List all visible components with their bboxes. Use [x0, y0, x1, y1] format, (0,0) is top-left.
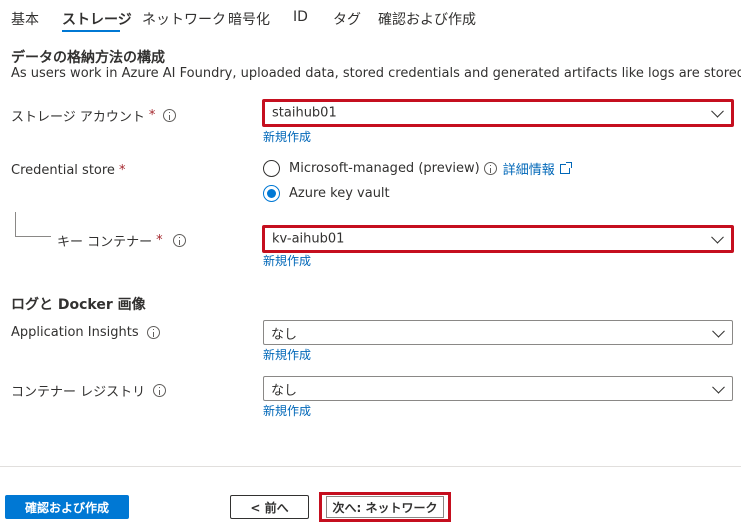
tab-networking[interactable]: ネットワーク — [142, 9, 226, 29]
credential-store-label: Credential store * — [11, 163, 125, 178]
tab-basics[interactable]: 基本 — [11, 9, 39, 29]
previous-button[interactable]: < 前へ — [230, 495, 309, 519]
info-icon[interactable] — [163, 109, 177, 122]
required-marker: * — [118, 163, 126, 178]
storage-account-label-text: ストレージ アカウント — [11, 110, 145, 125]
storage-section-description: As users work in Azure AI Foundry, uploa… — [11, 66, 741, 81]
chevron-down-icon — [712, 380, 725, 394]
credential-store-label-text: Credential store — [11, 163, 115, 178]
more-info-link-text: 詳細情報 — [502, 163, 555, 178]
active-tab-indicator — [62, 30, 120, 32]
tab-bar: 基本 ストレージ ネットワーク 暗号化 ID タグ 確認および作成 — [0, 0, 741, 34]
storage-account-value: staihub01 — [272, 105, 337, 121]
container-registry-create-new-link[interactable]: 新規作成 — [263, 402, 311, 419]
chevron-down-icon — [711, 104, 724, 118]
external-link-icon — [559, 161, 572, 174]
next-networking-button-label: 次へ: ネットワーク — [326, 496, 444, 518]
tree-connector-vertical — [15, 212, 16, 236]
tab-tags[interactable]: タグ — [333, 9, 361, 29]
storage-account-label: ストレージ アカウント * — [11, 106, 177, 125]
info-icon[interactable] — [172, 234, 186, 247]
tab-identity[interactable]: ID — [293, 9, 308, 25]
info-icon[interactable] — [483, 162, 497, 175]
radio-azure-key-vault[interactable]: Azure key vault — [263, 185, 390, 202]
review-create-button[interactable]: 確認および作成 — [5, 495, 129, 519]
radio-microsoft-managed[interactable]: Microsoft-managed (preview) 詳細情報 — [263, 159, 572, 178]
container-registry-label-text: コンテナー レジストリ — [11, 385, 146, 400]
footer-divider — [0, 466, 741, 467]
key-container-value: kv-aihub01 — [272, 231, 345, 247]
key-container-dropdown[interactable]: kv-aihub01 — [262, 225, 734, 253]
app-insights-create-new-link[interactable]: 新規作成 — [263, 346, 311, 363]
key-container-label: キー コンテナー * — [57, 231, 186, 250]
more-info-link[interactable]: 詳細情報 — [502, 159, 572, 178]
tab-encryption[interactable]: 暗号化 — [228, 9, 270, 29]
info-icon[interactable] — [153, 384, 167, 397]
tab-review-create[interactable]: 確認および作成 — [378, 9, 476, 29]
required-marker: * — [148, 108, 156, 123]
logs-section-title: ログと Docker 画像 — [11, 297, 146, 313]
container-registry-dropdown[interactable]: なし — [263, 376, 733, 401]
next-networking-button[interactable]: 次へ: ネットワーク — [319, 492, 451, 522]
chevron-down-icon — [712, 324, 725, 338]
app-insights-value: なし — [271, 327, 298, 342]
key-container-create-new-link[interactable]: 新規作成 — [263, 252, 311, 269]
info-icon[interactable] — [146, 326, 160, 339]
app-insights-dropdown[interactable]: なし — [263, 320, 733, 345]
key-container-label-text: キー コンテナー — [57, 235, 153, 250]
storage-section-title: データの格納方法の構成 — [11, 50, 165, 66]
app-insights-label-text: Application Insights — [11, 325, 139, 340]
required-marker: * — [156, 233, 163, 248]
tab-storage[interactable]: ストレージ — [62, 9, 132, 29]
radio-label: Azure key vault — [289, 186, 390, 201]
container-registry-label: コンテナー レジストリ — [11, 381, 167, 400]
radio-button-checked[interactable] — [263, 185, 280, 202]
storage-account-dropdown[interactable]: staihub01 — [262, 99, 734, 127]
chevron-down-icon — [711, 230, 724, 244]
storage-account-create-new-link[interactable]: 新規作成 — [263, 128, 311, 145]
container-registry-value: なし — [271, 383, 298, 398]
radio-label: Microsoft-managed (preview) — [289, 161, 480, 176]
tree-connector-horizontal — [15, 236, 51, 237]
radio-button[interactable] — [263, 160, 280, 177]
app-insights-label: Application Insights — [11, 325, 160, 340]
